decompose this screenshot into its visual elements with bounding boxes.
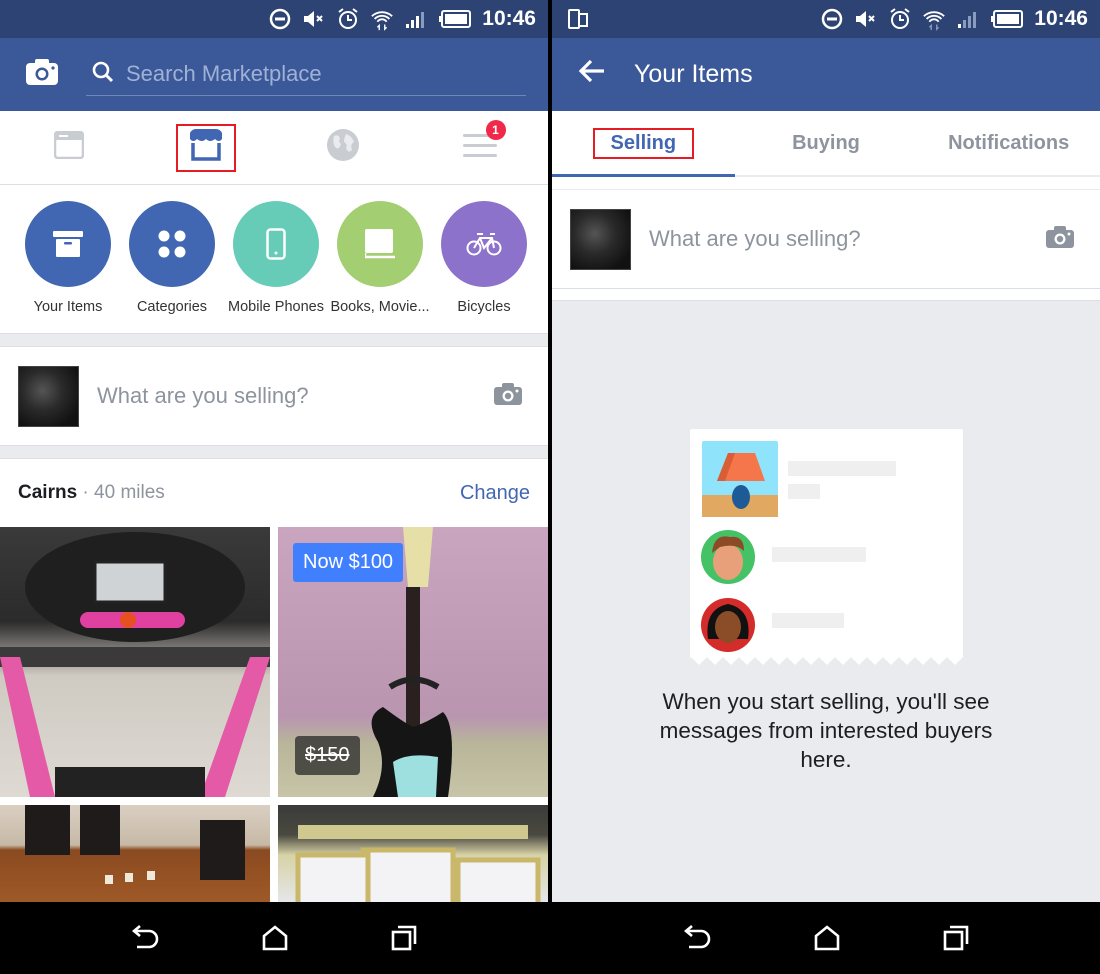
dnd-icon (820, 7, 844, 31)
category-label: Mobile Phones (228, 299, 324, 315)
items-tab-bar: Selling Buying Notifications (552, 111, 1100, 177)
marketplace-screen: 10:46 Search Marketplace 1 Your Items Ca… (0, 0, 548, 974)
marketplace-header: Search Marketplace (0, 38, 548, 111)
tab-feed[interactable] (41, 126, 97, 170)
sell-composer[interactable]: What are you selling? (0, 347, 548, 445)
back-nav-button[interactable] (131, 925, 159, 951)
camera-icon[interactable] (1046, 225, 1074, 253)
dnd-icon (268, 7, 292, 31)
change-location-link[interactable]: Change (460, 482, 530, 505)
search-placeholder: Search Marketplace (126, 61, 322, 86)
mute-icon (854, 7, 878, 31)
location-city: Cairns (18, 482, 78, 503)
empty-state: When you start selling, you'll see messa… (552, 300, 1100, 902)
status-bar: 10:46 (0, 0, 548, 38)
category-mobile-phones[interactable]: Mobile Phones (226, 201, 326, 333)
listing-guitar[interactable]: Now $100 $150 (278, 527, 548, 797)
wifi-icon (922, 7, 946, 31)
your-items-header: Your Items (552, 38, 1100, 111)
location-distance: 40 miles (94, 482, 165, 503)
table-photo (25, 805, 245, 884)
marketplace-shop-icon (188, 129, 224, 166)
composer-placeholder: What are you selling? (97, 383, 309, 408)
category-label: Books, Movie... (330, 299, 430, 315)
search-input[interactable]: Search Marketplace (86, 54, 526, 96)
treadmill-photo (0, 532, 270, 797)
clock: 10:46 (1034, 7, 1088, 30)
tab-notifications[interactable]: Notifications (917, 111, 1100, 175)
signal-icon (404, 7, 428, 31)
section-divider (0, 333, 548, 347)
listing-dining-table[interactable] (0, 805, 270, 905)
search-icon (92, 61, 114, 88)
battery-icon (438, 7, 472, 31)
tab-bar: 1 (0, 111, 548, 185)
globe-icon (326, 128, 360, 167)
dots-grid-icon (129, 201, 215, 287)
price-now-badge: Now $100 (293, 543, 404, 582)
profile-avatar (18, 365, 79, 427)
camera-icon[interactable] (494, 382, 522, 410)
category-label: Categories (136, 299, 208, 315)
alarm-icon (888, 7, 912, 31)
profile-avatar (570, 208, 631, 270)
your-items-screen: 10:46 Your Items Selling Buying Notifica… (552, 0, 1100, 974)
category-categories[interactable]: Categories (122, 201, 222, 333)
tab-menu[interactable]: 1 (452, 119, 508, 170)
category-bicycles[interactable]: Bicycles (434, 201, 534, 333)
news-feed-icon (53, 130, 84, 164)
wifi-icon (370, 7, 394, 31)
box-icon (25, 201, 111, 287)
location-row: Cairns · 40 miles Change (18, 481, 530, 505)
composer-placeholder: What are you selling? (649, 226, 861, 251)
category-row: Your Items Categories Mobile Phones Book… (0, 185, 548, 333)
listing-treadmill[interactable] (0, 527, 270, 797)
android-nav-bar (552, 902, 1100, 974)
camera-icon[interactable] (26, 59, 58, 90)
notification-badge: 1 (485, 119, 506, 140)
phone-icon (233, 201, 319, 287)
alarm-icon (336, 7, 360, 31)
tab-selling[interactable]: Selling (552, 111, 735, 177)
clock: 10:46 (482, 7, 536, 30)
empty-state-illustration (690, 429, 963, 665)
category-books-movies[interactable]: Books, Movie... (330, 201, 430, 333)
listing-grid: Now $100 $150 (0, 527, 548, 905)
screen-mirror-icon (566, 7, 590, 31)
book-icon (337, 201, 423, 287)
category-your-items[interactable]: Your Items (18, 201, 118, 333)
status-bar: 10:46 (552, 0, 1100, 38)
battery-icon (990, 7, 1024, 31)
section-divider (0, 445, 548, 459)
mute-icon (302, 7, 326, 31)
page-title: Your Items (634, 60, 753, 88)
recents-nav-button[interactable] (943, 925, 969, 951)
recents-nav-button[interactable] (391, 925, 417, 951)
signal-icon (956, 7, 980, 31)
tab-globe[interactable] (315, 126, 371, 170)
price-old-badge: $150 (295, 736, 360, 775)
listing-frames[interactable] (278, 805, 548, 905)
category-label: Your Items (33, 299, 103, 315)
home-nav-button[interactable] (262, 925, 288, 951)
home-nav-button[interactable] (814, 925, 840, 951)
back-arrow-icon[interactable] (578, 59, 606, 90)
tab-marketplace[interactable] (175, 123, 236, 172)
empty-state-message: When you start selling, you'll see messa… (659, 689, 993, 772)
category-label: Bicycles (457, 299, 511, 315)
sell-composer[interactable]: What are you selling? (552, 189, 1100, 289)
android-nav-bar (0, 902, 548, 974)
bicycle-icon (441, 201, 527, 287)
tab-buying[interactable]: Buying (735, 111, 918, 175)
frames-photo (295, 825, 541, 905)
back-nav-button[interactable] (683, 925, 711, 951)
